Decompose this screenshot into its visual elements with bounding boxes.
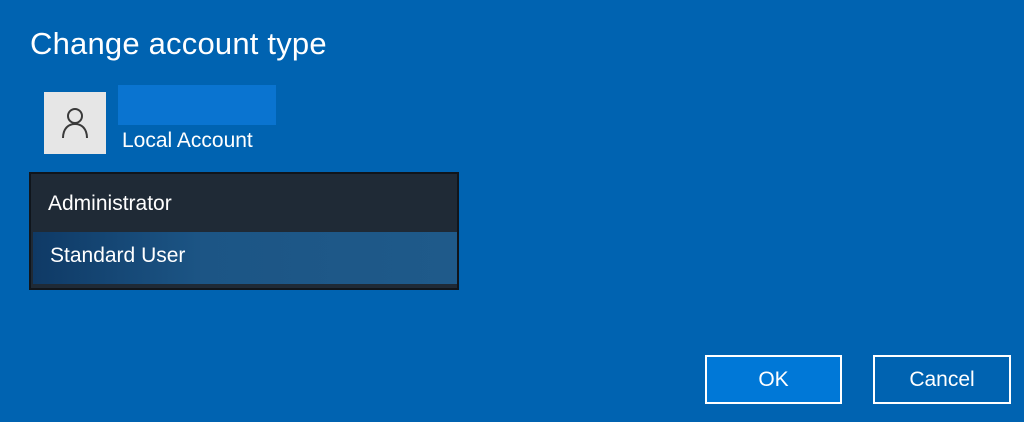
option-label: Standard User (50, 244, 186, 267)
option-label: Administrator (48, 192, 172, 215)
option-standard-user[interactable]: Standard User (33, 232, 457, 284)
page-title: Change account type (30, 26, 327, 61)
option-administrator[interactable]: Administrator (31, 176, 457, 232)
avatar (44, 92, 106, 154)
user-icon (61, 107, 89, 139)
ok-button[interactable]: OK (705, 355, 842, 404)
account-type-label: Local Account (122, 129, 253, 152)
cancel-button[interactable]: Cancel (873, 355, 1011, 404)
account-type-listbox[interactable]: Administrator Standard User (29, 172, 459, 290)
account-name-redacted (118, 85, 276, 125)
change-account-type-dialog: Change account type Local Account Admini… (0, 0, 1024, 422)
